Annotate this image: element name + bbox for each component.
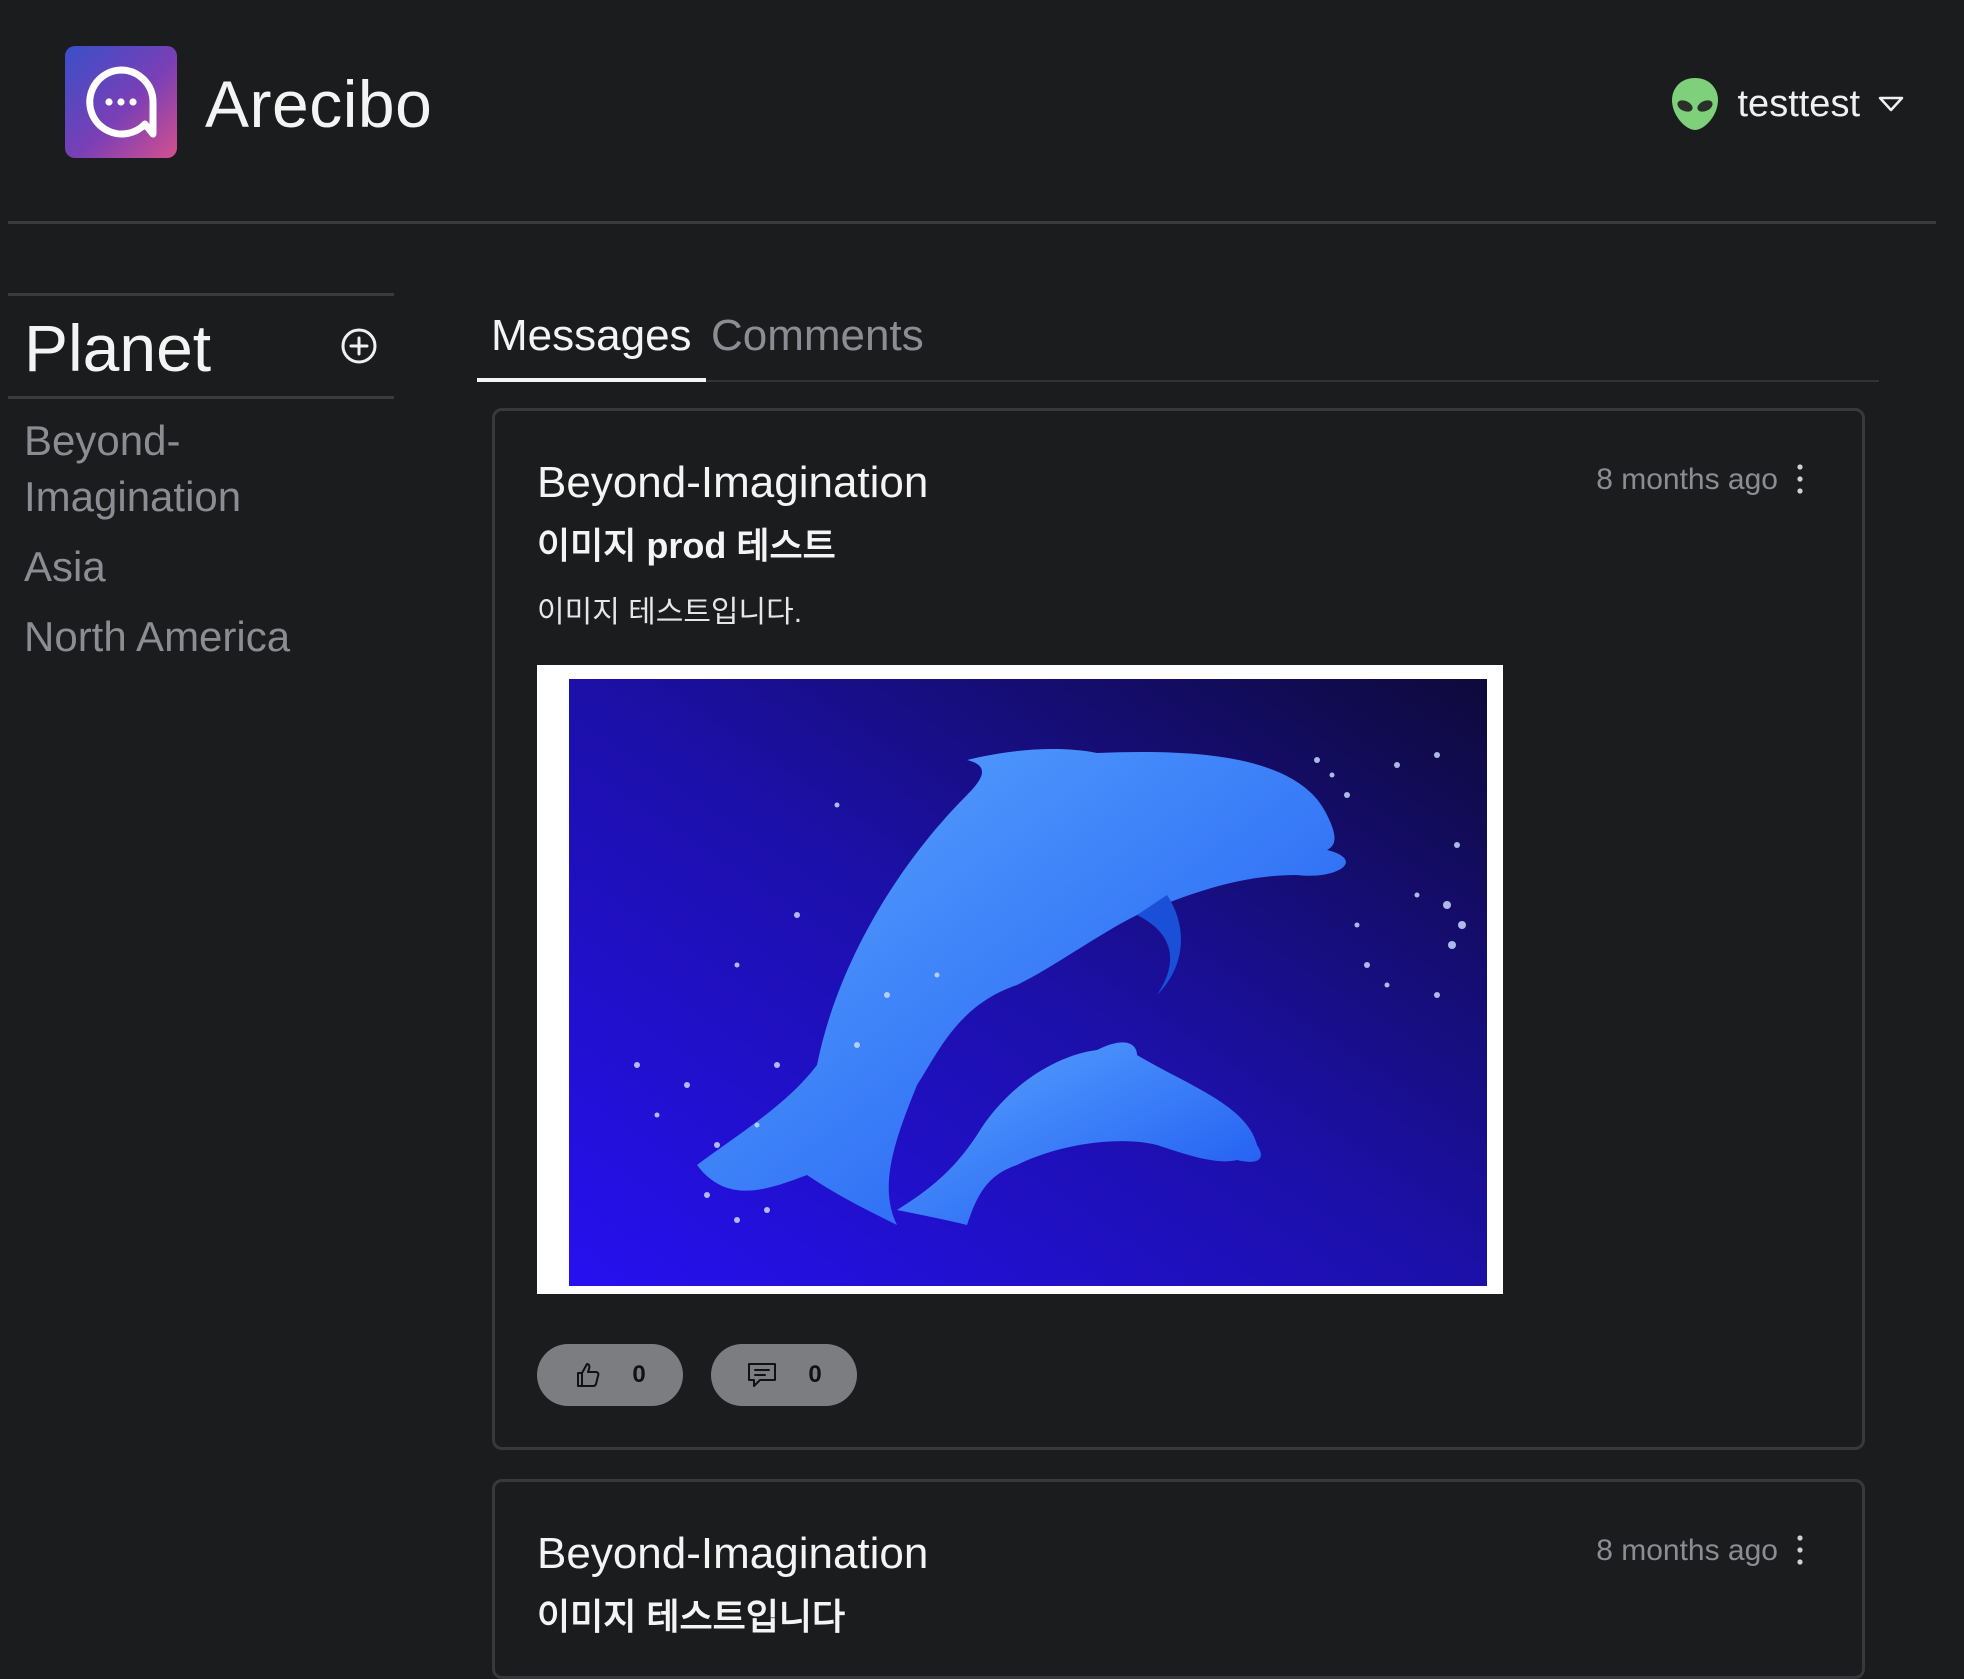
app-header: Arecibo testtest (0, 0, 1964, 224)
message-card[interactable]: Beyond-Imagination 8 months ago 이미지 prod… (492, 408, 1865, 1450)
app-title: Arecibo (205, 67, 433, 141)
sidebar-header: Planet (8, 296, 394, 396)
post-timestamp: 8 months ago (1596, 463, 1778, 496)
app-logo-icon[interactable] (65, 46, 177, 158)
username: testtest (1737, 82, 1861, 125)
post-title: 이미지 prod 테스트 (537, 525, 836, 566)
tab-comments[interactable]: Comments (697, 300, 938, 382)
more-options-icon[interactable] (1794, 1532, 1806, 1568)
sidebar-item-asia[interactable]: Asia (24, 539, 354, 595)
post-body: 이미지 테스트입니다. (537, 596, 803, 629)
sidebar-item-beyond-imagination[interactable]: Beyond-Imagination (24, 413, 354, 525)
alien-icon (1671, 78, 1718, 130)
sidebar-item-north-america[interactable]: North America (24, 609, 354, 665)
chat-bubble-icon (86, 66, 157, 138)
dolphins-image (569, 679, 1487, 1286)
comment-count: 0 (808, 1361, 822, 1388)
add-planet-icon[interactable] (340, 327, 378, 365)
header-divider (8, 221, 1936, 224)
post-planet[interactable]: Beyond-Imagination (537, 1526, 928, 1582)
comment-button[interactable]: 0 (711, 1344, 857, 1406)
message-card[interactable]: Beyond-Imagination 8 months ago 이미지 테스트입… (492, 1479, 1865, 1679)
chevron-down-icon[interactable] (1878, 95, 1904, 113)
feed-tabs: Messages Comments (477, 300, 1879, 382)
post-title: 이미지 테스트입니다 (537, 1596, 846, 1637)
comment-icon (748, 1363, 777, 1387)
post-planet[interactable]: Beyond-Imagination (537, 455, 928, 511)
post-image[interactable] (537, 665, 1503, 1294)
planet-sidebar: Planet Beyond-Imagination Asia North Ame… (8, 293, 394, 679)
thumbs-up-icon (577, 1363, 600, 1387)
sidebar-title: Planet (24, 311, 212, 385)
more-options-icon[interactable] (1794, 461, 1806, 497)
post-timestamp: 8 months ago (1596, 1534, 1778, 1567)
planet-list: Beyond-Imagination Asia North America (8, 399, 394, 665)
post-actions: 0 0 (537, 1344, 857, 1406)
tab-messages[interactable]: Messages (477, 300, 706, 382)
user-menu[interactable]: testtest (1670, 72, 1905, 136)
like-button[interactable]: 0 (537, 1344, 683, 1406)
like-count: 0 (632, 1361, 646, 1388)
